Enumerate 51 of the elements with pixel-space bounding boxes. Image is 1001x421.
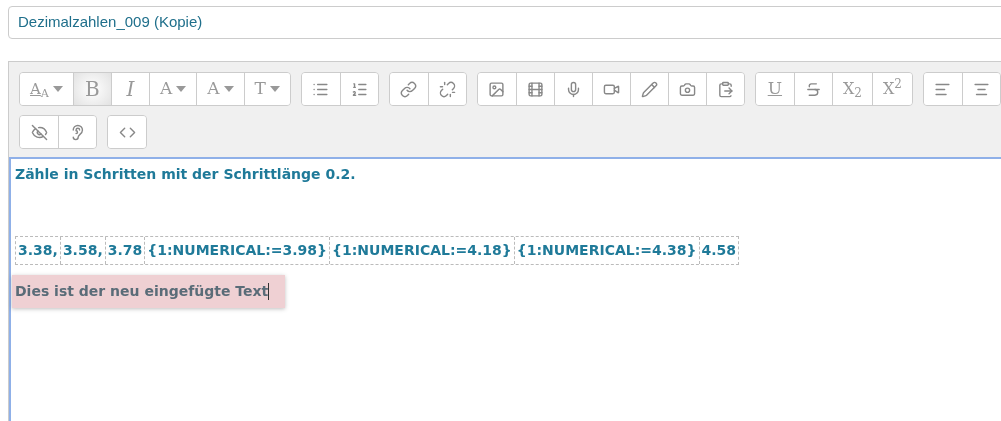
bulleted-list-button[interactable] — [301, 73, 340, 105]
pencil-icon — [640, 80, 658, 98]
font-size-button[interactable]: T — [243, 73, 290, 105]
strikethrough-button[interactable] — [793, 73, 832, 105]
align-button[interactable] — [961, 73, 1000, 105]
styles-button[interactable]: A$_{A}$ — [20, 73, 73, 105]
bold-button[interactable]: B — [72, 73, 111, 105]
clipboard-button[interactable] — [705, 73, 744, 105]
film-button[interactable] — [515, 73, 554, 105]
link-button[interactable] — [389, 73, 428, 105]
ear-button[interactable] — [58, 116, 96, 148]
text-cursor — [268, 282, 270, 300]
caret-icon — [269, 86, 280, 92]
question-text: Zähle in Schritten mit der Schrittlänge 0.2. — [15, 166, 356, 182]
answer-cell: 3.78 — [104, 236, 145, 264]
film-icon — [526, 80, 544, 98]
italic-button[interactable]: I — [110, 73, 149, 105]
link-icon — [400, 80, 418, 98]
font-color-button[interactable]: A — [148, 73, 197, 105]
video-camera-button[interactable] — [591, 73, 630, 105]
superscript-button[interactable]: X$^{2}$ — [871, 73, 912, 105]
title-field[interactable]: Dezimalzahlen_009 (Kopie) — [8, 6, 1001, 39]
subscript-button[interactable]: X$_{2}$ — [831, 73, 872, 105]
answer-cell: {1:NUMERICAL:=4.18} — [329, 236, 514, 264]
answer-cell: {1:NUMERICAL:=3.98} — [144, 236, 330, 264]
camera-button[interactable] — [667, 73, 706, 105]
answer-cell-text: 3.38, — [17, 240, 59, 260]
eye-off-button[interactable] — [20, 116, 58, 148]
caret-icon — [176, 86, 187, 92]
underline-button[interactable]: U — [755, 73, 794, 105]
highlight-button[interactable]: A — [196, 73, 244, 105]
code-button[interactable] — [108, 116, 146, 148]
pencil-button[interactable] — [629, 73, 668, 105]
eye-off-icon — [30, 123, 48, 141]
numbered-list-icon — [350, 80, 368, 98]
microphone-button[interactable] — [553, 73, 592, 105]
numbered-list-button[interactable] — [339, 73, 378, 105]
unlink-button[interactable] — [427, 73, 466, 105]
inserted-text: Dies ist der neu eingefügte Text — [12, 274, 286, 308]
caret-icon — [223, 86, 234, 92]
answer-cell: 3.58, — [59, 236, 105, 264]
strikethrough-icon — [804, 80, 822, 98]
align-left-button[interactable] — [923, 73, 962, 105]
caret-icon — [52, 86, 63, 92]
image-icon — [488, 80, 506, 98]
clipboard-icon — [716, 80, 734, 98]
image-button[interactable] — [477, 73, 516, 105]
camera-icon — [678, 80, 696, 98]
unlink-icon — [438, 80, 456, 98]
answer-cell: 4.58 — [698, 236, 739, 264]
answer-cell: {1:NUMERICAL:=4.38} — [513, 236, 699, 264]
